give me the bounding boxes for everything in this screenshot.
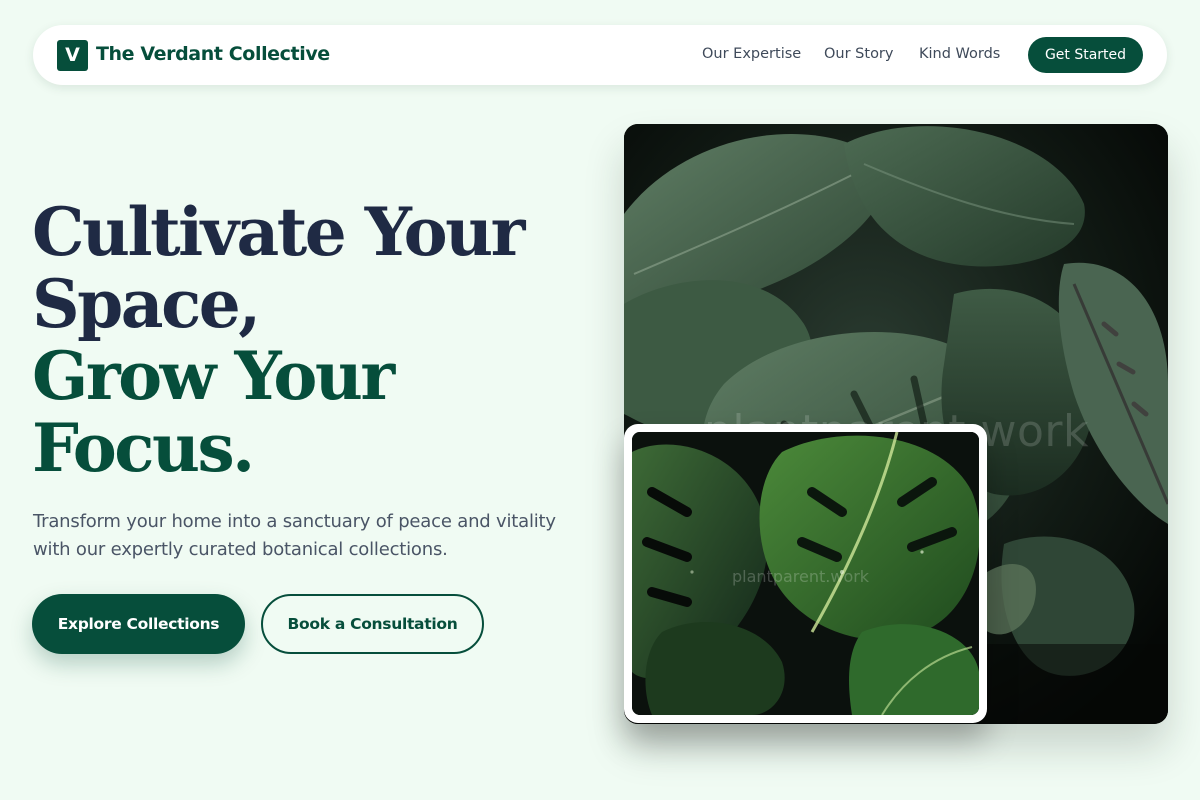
nav-link-kind-words[interactable]: Kind Words: [919, 46, 1000, 62]
book-consultation-button[interactable]: Book a Consultation: [261, 594, 484, 654]
headline-line-3: Grow Your: [32, 337, 395, 415]
get-started-button[interactable]: Get Started: [1028, 37, 1143, 73]
explore-collections-button[interactable]: Explore Collections: [32, 594, 245, 654]
headline-line-4: Focus.: [32, 409, 255, 487]
brand-logo-letter: V: [65, 44, 80, 66]
brand-logo[interactable]: V: [57, 40, 88, 71]
hero-subtext: Transform your home into a sanctuary of …: [33, 511, 556, 560]
headline-line-1: Cultivate Your: [32, 193, 525, 271]
top-navigation-bar: V The Verdant Collective Our Expertise O…: [33, 25, 1167, 85]
landing-page: V The Verdant Collective Our Expertise O…: [0, 0, 1200, 800]
brand-name[interactable]: The Verdant Collective: [96, 43, 330, 65]
inset-plant-image: plantparent.work: [632, 432, 979, 715]
monstera-closeup-illustration: plantparent.work: [632, 432, 979, 715]
inset-image-watermark: plantparent.work: [732, 567, 870, 586]
hero-headline: Cultivate Your Space, Grow Your Focus.: [32, 196, 592, 484]
inset-image-frame: plantparent.work: [624, 424, 987, 723]
headline-line-2: Space,: [32, 265, 261, 343]
nav-link-our-expertise[interactable]: Our Expertise: [702, 46, 801, 62]
nav-link-our-story[interactable]: Our Story: [824, 46, 893, 62]
